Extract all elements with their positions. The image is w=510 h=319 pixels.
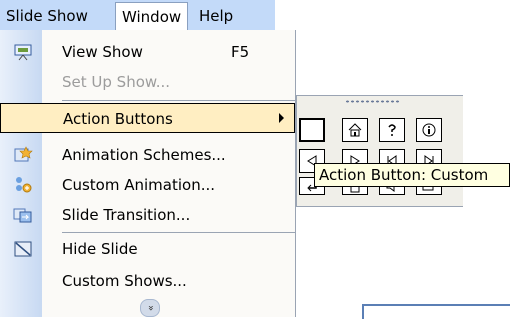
- menu-item-label: Hide Slide: [62, 240, 138, 258]
- menu-item-action-buttons[interactable]: Action Buttons: [0, 103, 295, 133]
- slide-show-menu: View Show F5 Set Up Show... Action Butto…: [0, 30, 296, 317]
- menu-item-label: Set Up Show...: [62, 73, 171, 91]
- menu-bar: Slide Show Window Help: [0, 0, 275, 31]
- menu-item-view-show[interactable]: View Show F5: [0, 37, 295, 67]
- home-icon: [348, 123, 362, 137]
- menu-item-label: Custom Animation...: [62, 176, 216, 194]
- action-button-information[interactable]: [416, 118, 442, 142]
- menu-item-label: Action Buttons: [63, 110, 173, 128]
- menu-help[interactable]: Help: [199, 6, 233, 26]
- menu-item-slide-transition[interactable]: Slide Transition...: [0, 200, 295, 230]
- action-button-custom[interactable]: [299, 118, 325, 142]
- menu-item-label: View Show: [62, 43, 143, 61]
- action-buttons-submenu: [296, 95, 463, 207]
- menu-help-label: Help: [199, 7, 234, 25]
- menu-window-label: Window: [122, 8, 182, 26]
- menu-item-set-up-show: Set Up Show...: [0, 67, 295, 97]
- tooltip-text: Action Button: Custom: [319, 166, 489, 184]
- menu-item-animation-schemes[interactable]: Animation Schemes...: [0, 140, 295, 170]
- menu-separator: [62, 232, 295, 233]
- slide-transition-icon: [13, 205, 33, 225]
- submenu-arrow-icon: [279, 113, 284, 123]
- menu-slide-show-label: Slide Show: [6, 7, 88, 25]
- custom-animation-icon: [13, 175, 33, 195]
- menu-item-label: Animation Schemes...: [62, 146, 226, 164]
- menu-separator: [62, 100, 295, 101]
- menu-item-label: Custom Shows...: [62, 272, 187, 290]
- information-icon: [422, 123, 436, 137]
- drag-grip-handle[interactable]: [345, 100, 401, 103]
- action-button-help[interactable]: [379, 118, 405, 142]
- menu-window[interactable]: Window: [115, 2, 189, 30]
- animation-schemes-icon: [13, 145, 33, 165]
- hide-slide-icon: [13, 239, 33, 259]
- shortcut-label: F5: [231, 43, 250, 61]
- view-show-icon: [13, 42, 33, 62]
- chevron-double-down-icon: »: [145, 304, 156, 312]
- menu-item-custom-shows[interactable]: Custom Shows...: [0, 266, 295, 296]
- help-icon: [388, 124, 396, 136]
- menu-slide-show[interactable]: Slide Show: [6, 6, 88, 26]
- menu-item-label: Slide Transition...: [62, 206, 191, 224]
- tooltip: Action Button: Custom: [314, 163, 510, 187]
- menu-item-hide-slide[interactable]: Hide Slide: [0, 234, 295, 264]
- expand-menu-button[interactable]: »: [140, 299, 160, 317]
- menu-item-custom-animation[interactable]: Custom Animation...: [0, 170, 295, 200]
- action-button-home[interactable]: [342, 118, 368, 142]
